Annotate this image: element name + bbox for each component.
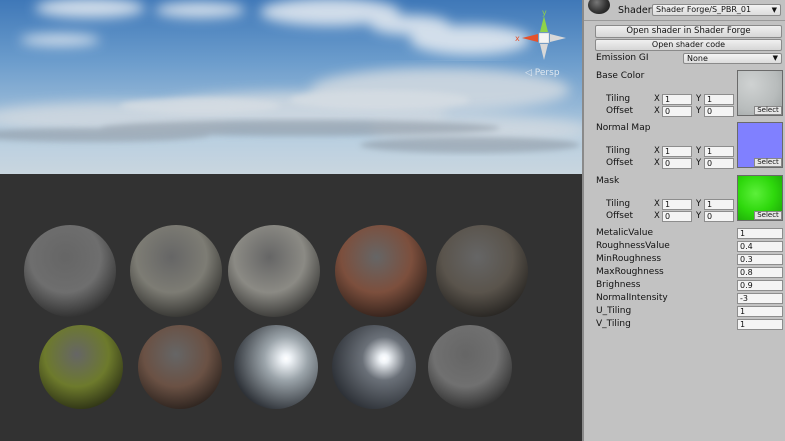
skybox xyxy=(0,0,582,174)
mask-tiling-y[interactable]: 1 xyxy=(704,199,734,210)
x-label: X xyxy=(654,211,660,221)
material-sphere[interactable] xyxy=(24,225,116,317)
x-label: X xyxy=(654,199,660,209)
header-divider xyxy=(584,20,785,21)
property-field-brighness[interactable]: 0.9 xyxy=(737,280,783,291)
x-label: X xyxy=(654,146,660,156)
y-label: Y xyxy=(696,106,702,116)
property-field-u-tiling[interactable]: 1 xyxy=(737,306,783,317)
normal-map-tiling-x[interactable]: 1 xyxy=(662,146,692,157)
property-label-roughness: RoughnessValue xyxy=(596,241,670,251)
chevron-down-icon: ▼ xyxy=(772,54,778,62)
orientation-gizmo[interactable]: y x xyxy=(512,8,572,64)
material-sphere[interactable] xyxy=(130,225,222,317)
base-color-tiling-x[interactable]: 1 xyxy=(662,94,692,105)
open-shader-code-button[interactable]: Open shader code xyxy=(595,39,782,51)
offset-label: Offset xyxy=(606,106,634,116)
emission-gi-label: Emission GI xyxy=(596,53,649,63)
y-label: Y xyxy=(696,94,702,104)
material-sphere[interactable] xyxy=(39,325,123,409)
y-label: Y xyxy=(696,158,702,168)
material-sphere[interactable] xyxy=(228,225,320,317)
offset-label: Offset xyxy=(606,158,634,168)
select-texture-button[interactable]: Select xyxy=(754,106,782,115)
normal-map-tiling-y[interactable]: 1 xyxy=(704,146,734,157)
gizmo-y-label: y xyxy=(542,8,547,17)
x-label: X xyxy=(654,94,660,104)
texture-label-normal-map: Normal Map xyxy=(596,123,651,133)
material-sphere[interactable] xyxy=(335,225,427,317)
normal-map-offset-y[interactable]: 0 xyxy=(704,158,734,169)
property-label-min-roughness: MinRoughness xyxy=(596,254,662,264)
property-label-v-tiling: V_Tiling xyxy=(596,319,631,329)
material-inspector: Shader Shader Forge/S_PBR_01 ▼ Open shad… xyxy=(582,0,785,441)
mask-tiling-x[interactable]: 1 xyxy=(662,199,692,210)
base-color-tiling-y[interactable]: 1 xyxy=(704,94,734,105)
material-sphere[interactable] xyxy=(332,325,416,409)
property-label-normal-intensity: NormalIntensity xyxy=(596,293,668,303)
mask-offset-x[interactable]: 0 xyxy=(662,211,692,222)
property-field-metalic[interactable]: 1 xyxy=(737,228,783,239)
y-label: Y xyxy=(696,199,702,209)
shader-dropdown-value: Shader Forge/S_PBR_01 xyxy=(656,5,752,14)
material-preview-icon xyxy=(588,0,610,14)
shader-label: Shader xyxy=(618,5,652,16)
gizmo-x-label: x xyxy=(515,34,520,43)
material-sphere[interactable] xyxy=(428,325,512,409)
y-label: Y xyxy=(696,211,702,221)
select-texture-button[interactable]: Select xyxy=(754,158,782,167)
normal-map-offset-x[interactable]: 0 xyxy=(662,158,692,169)
property-label-metalic: MetalicValue xyxy=(596,228,654,238)
texture-label-mask: Mask xyxy=(596,176,620,186)
material-sphere[interactable] xyxy=(436,225,528,317)
property-label-brighness: Brighness xyxy=(596,280,641,290)
base-color-texture-slot[interactable]: Select xyxy=(737,70,783,116)
property-field-max-roughness[interactable]: 0.8 xyxy=(737,267,783,278)
property-field-min-roughness[interactable]: 0.3 xyxy=(737,254,783,265)
projection-toggle[interactable]: ◁ Persp xyxy=(525,68,560,78)
property-field-normal-intensity[interactable]: -3 xyxy=(737,293,783,304)
open-shader-forge-button[interactable]: Open shader in Shader Forge xyxy=(595,25,782,38)
x-label: X xyxy=(654,158,660,168)
tiling-label: Tiling xyxy=(606,146,631,156)
clouds xyxy=(0,0,582,153)
normal-map-texture-slot[interactable]: Select xyxy=(737,122,783,168)
mask-offset-y[interactable]: 0 xyxy=(704,211,734,222)
emission-gi-dropdown[interactable]: None ▼ xyxy=(683,53,782,64)
scene-view[interactable]: y x ◁ Persp xyxy=(0,0,582,441)
offset-label: Offset xyxy=(606,211,634,221)
property-field-roughness[interactable]: 0.4 xyxy=(737,241,783,252)
y-label: Y xyxy=(696,146,702,156)
mask-texture-slot[interactable]: Select xyxy=(737,175,783,221)
chevron-down-icon: ▼ xyxy=(771,6,777,14)
base-color-offset-x[interactable]: 0 xyxy=(662,106,692,117)
material-sphere[interactable] xyxy=(234,325,318,409)
tiling-label: Tiling xyxy=(606,94,631,104)
property-label-u-tiling: U_Tiling xyxy=(596,306,632,316)
property-field-v-tiling[interactable]: 1 xyxy=(737,319,783,330)
select-texture-button[interactable]: Select xyxy=(754,211,782,220)
emission-gi-value: None xyxy=(687,54,708,63)
texture-label-base-color: Base Color xyxy=(596,71,645,81)
tiling-label: Tiling xyxy=(606,199,631,209)
shader-dropdown[interactable]: Shader Forge/S_PBR_01 ▼ xyxy=(652,4,781,16)
property-label-max-roughness: MaxRoughness xyxy=(596,267,664,277)
base-color-offset-y[interactable]: 0 xyxy=(704,106,734,117)
material-sphere[interactable] xyxy=(138,325,222,409)
x-label: X xyxy=(654,106,660,116)
